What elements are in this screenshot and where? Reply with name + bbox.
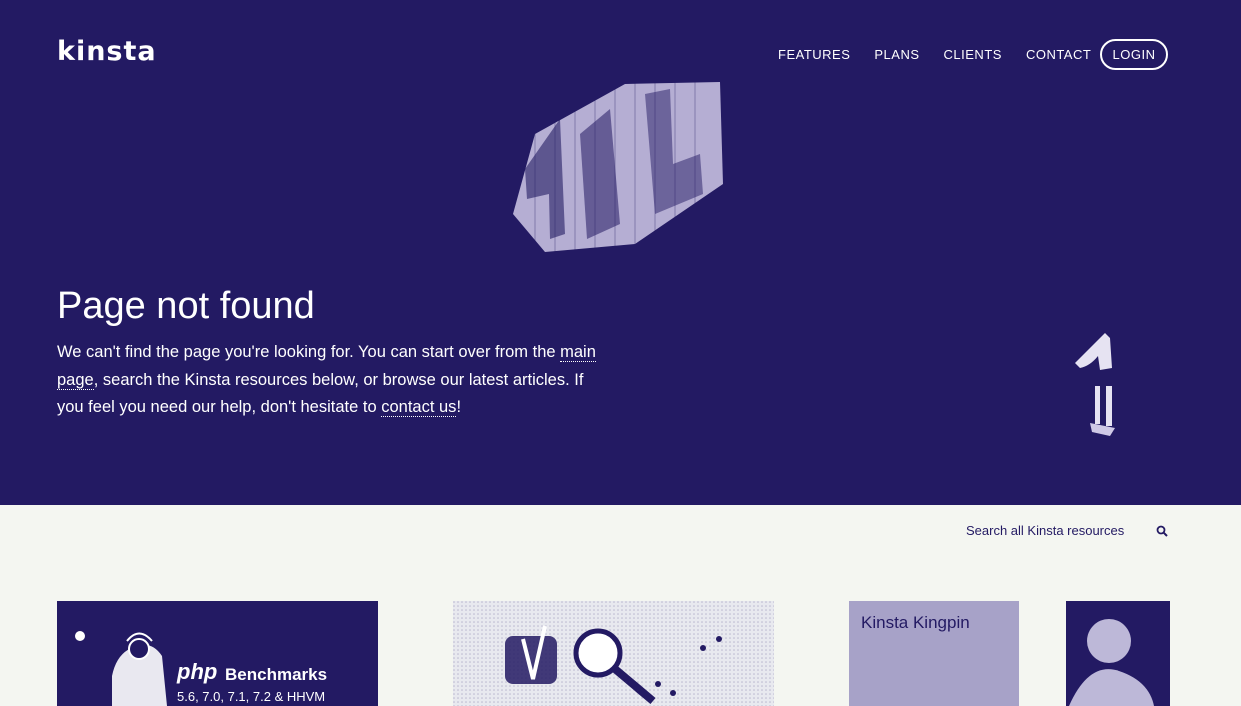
search-input[interactable]	[966, 523, 1146, 538]
benchmarks-word: Benchmarks	[225, 665, 328, 684]
article-card-php-benchmarks[interactable]: php Benchmarks 5.6, 7.0, 7.1, 7.2 & HHVM	[57, 601, 378, 706]
search-icon[interactable]	[1156, 525, 1168, 537]
php-versions: 5.6, 7.0, 7.1, 7.2 & HHVM	[177, 689, 326, 704]
main-nav: FEATURES PLANS CLIENTS CONTACT	[778, 47, 1115, 63]
nav-contact[interactable]: CONTACT	[1026, 47, 1091, 63]
hero-section: kinsta FEATURES PLANS CLIENTS CONTACT LO…	[0, 0, 1241, 505]
yoast-magnifier-illustration	[453, 601, 774, 706]
nav-clients[interactable]: CLIENTS	[944, 47, 1002, 63]
php-word: php	[177, 659, 218, 684]
page-description: We can't find the page you're looking fo…	[57, 339, 597, 422]
contact-us-link[interactable]: contact us	[381, 398, 457, 417]
desc-text-1: We can't find the page you're looking fo…	[57, 343, 561, 361]
404-illustration	[513, 74, 723, 254]
desc-text-2: , search the Kinsta resources below, or …	[57, 370, 584, 417]
kingpin-title: Kinsta Kingpin	[861, 613, 970, 632]
login-button[interactable]: LOGIN	[1100, 39, 1168, 70]
article-card-kinsta-kingpin[interactable]: Kinsta Kingpin	[849, 601, 1170, 706]
page-title: Page not found	[57, 285, 315, 327]
hanging-figure-illustration	[1075, 333, 1115, 436]
nav-plans[interactable]: PLANS	[874, 47, 919, 63]
article-card-yoast[interactable]	[453, 601, 774, 706]
desc-text-3: !	[456, 398, 462, 416]
nav-features[interactable]: FEATURES	[778, 47, 850, 63]
kinsta-logo[interactable]: kinsta	[57, 36, 157, 67]
search-bar	[966, 523, 1168, 538]
